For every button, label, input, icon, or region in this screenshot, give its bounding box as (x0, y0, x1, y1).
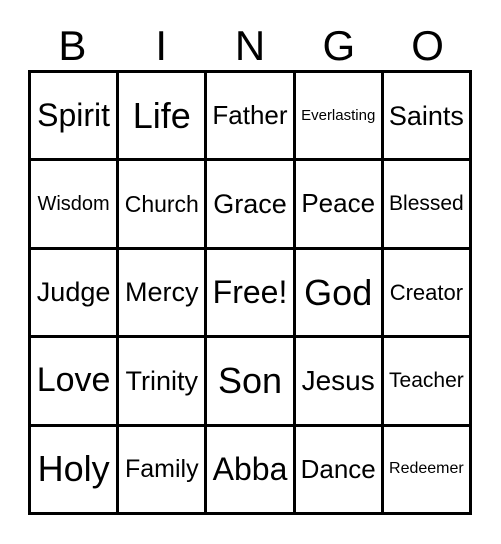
bingo-cell-label: Saints (388, 100, 464, 131)
bingo-cell-label: Trinity (125, 365, 199, 396)
bingo-cell[interactable]: God (295, 249, 384, 339)
bingo-cell[interactable]: Son (207, 338, 296, 427)
bingo-cell-label: Love (36, 361, 111, 400)
bingo-cell[interactable]: Dance (295, 426, 384, 515)
bingo-cell-label: Everlasting (301, 106, 376, 124)
bingo-header-row: BINGO (28, 20, 472, 68)
bingo-header-letter-b: B (58, 22, 87, 69)
bingo-cell[interactable]: Abba (207, 426, 296, 515)
bingo-cell-label: Mercy (125, 277, 199, 308)
bingo-cell[interactable]: Mercy (119, 249, 208, 339)
bingo-cell-label: Creator (389, 279, 464, 305)
bingo-cell[interactable]: Creator (383, 249, 472, 339)
bingo-cell[interactable]: Blessed (383, 161, 472, 250)
bingo-cell[interactable]: Spirit (31, 73, 120, 162)
bingo-cell-label: Free! (212, 273, 288, 310)
bingo-cell[interactable]: Redeemer (383, 426, 472, 515)
bingo-cell-label: Teacher (389, 368, 464, 392)
bingo-cell[interactable]: Jesus (295, 338, 384, 427)
bingo-cell-label: Father (212, 100, 288, 131)
bingo-cell[interactable]: Father (207, 73, 296, 162)
bingo-header-letter-g: G (322, 22, 356, 69)
bingo-cell[interactable]: Saints (383, 73, 472, 162)
bingo-cell-label: Spirit (37, 96, 111, 133)
bingo-cell[interactable]: Love (31, 338, 120, 427)
bingo-header-letter-n: N (234, 22, 266, 69)
bingo-cell[interactable]: Peace (295, 161, 384, 250)
bingo-free-space-cell[interactable]: Free! (207, 249, 296, 339)
bingo-cell-label: Life (132, 94, 191, 136)
bingo-cell-label: Peace (301, 188, 376, 219)
bingo-cell-label: Family (124, 455, 199, 484)
bingo-cell[interactable]: Life (119, 73, 208, 162)
bingo-card: B I N G O Spirit Life Father Everlasting Saints W… (0, 0, 501, 544)
bingo-cell-label: Blessed (389, 192, 464, 216)
bingo-cell-label: Grace (213, 188, 287, 219)
bingo-cell-label: Redeemer (389, 459, 464, 477)
bingo-cell[interactable]: Teacher (383, 338, 472, 427)
bingo-cell[interactable]: Church (119, 161, 208, 250)
bingo-cell-label: Abba (212, 450, 288, 487)
bingo-cell[interactable]: Judge (31, 249, 120, 339)
bingo-cell[interactable]: Family (119, 426, 208, 515)
bingo-cell-label: Son (217, 359, 283, 401)
bingo-cell-label: Holy (37, 448, 110, 490)
bingo-cell-label: Church (124, 191, 199, 218)
bingo-header-letter-i: I (155, 22, 168, 69)
bingo-cell-label: God (304, 271, 373, 313)
bingo-cell-label: Judge (36, 277, 111, 308)
bingo-cell-label: Dance (300, 453, 376, 484)
bingo-cell[interactable]: Wisdom (31, 161, 120, 250)
bingo-grid: Spirit Life Father Everlasting Saints Wisdom C… (28, 70, 472, 515)
bingo-cell-label: Jesus (301, 365, 375, 397)
bingo-cell[interactable]: Everlasting (295, 73, 384, 162)
bingo-cell[interactable]: Grace (207, 161, 296, 250)
bingo-cell[interactable]: Trinity (119, 338, 208, 427)
bingo-cell[interactable]: Holy (31, 426, 120, 515)
bingo-header-letter-o: O (411, 22, 444, 69)
bingo-cell-label: Wisdom (37, 192, 110, 215)
